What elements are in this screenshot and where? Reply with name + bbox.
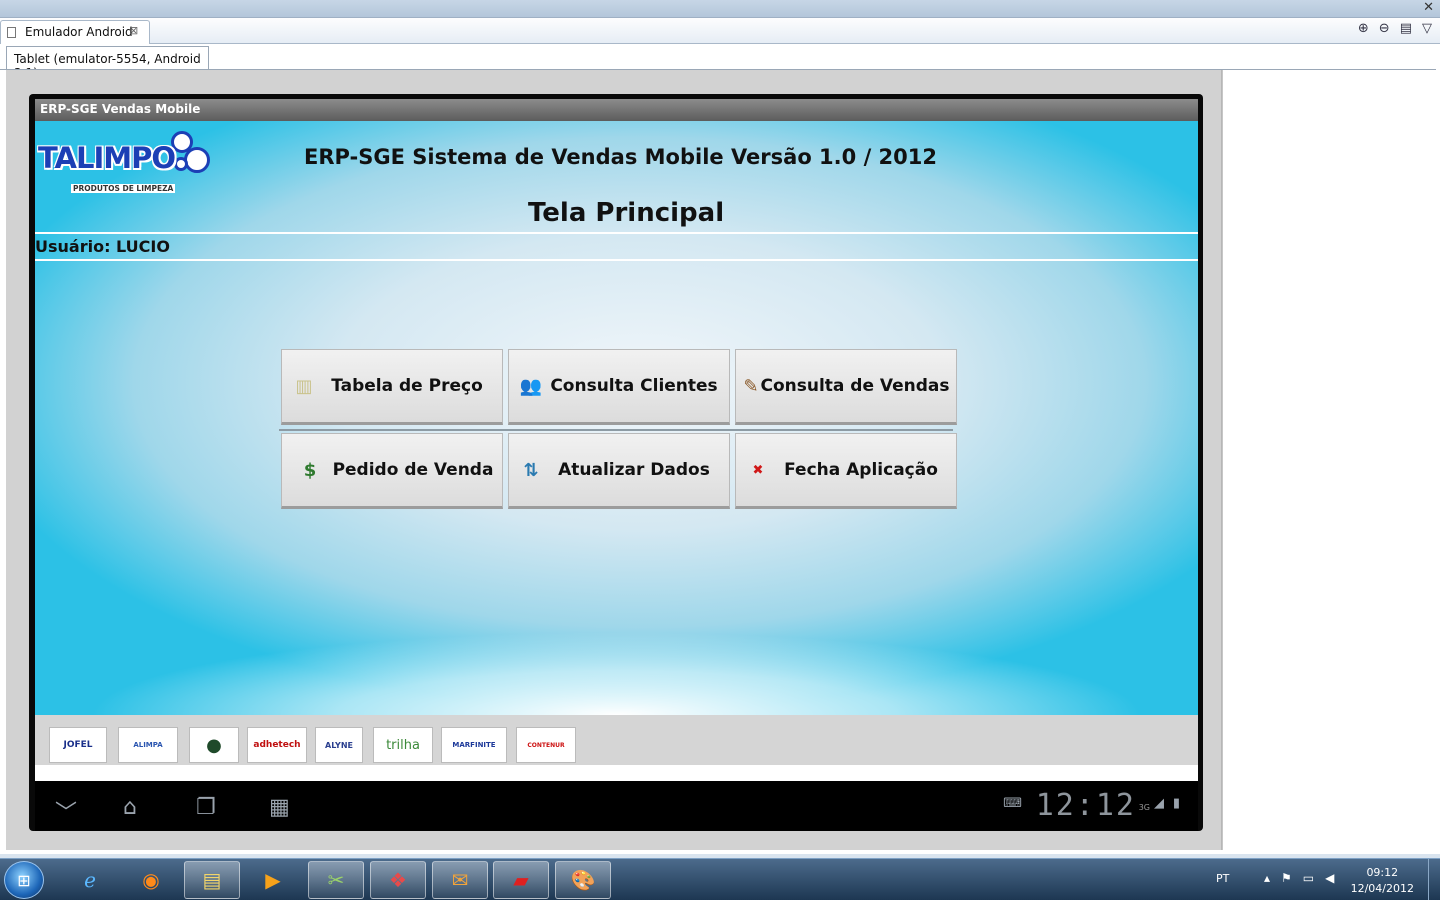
battery-icon: ▮ bbox=[1172, 796, 1180, 811]
explorer-icon[interactable]: ▤ bbox=[184, 861, 240, 899]
keyboard-icon[interactable]: ⌨ bbox=[1003, 796, 1022, 811]
tabela-preco-button[interactable]: ▥ Tabela de Preço bbox=[281, 349, 503, 425]
talimpo-logo: TALIMPO PRODUTOS DE LIMPEZA bbox=[38, 127, 218, 197]
windows-taskbar: ⊞ ℯ ◉ ▤ ▶ ✂ ❖ ✉ ▰ 🎨 PT ▴ ⚑ ▭ ◀ 09:12 12/… bbox=[0, 858, 1440, 900]
tray-icons: ▴ ⚑ ▭ ◀ bbox=[1264, 871, 1334, 885]
consulta-clientes-button[interactable]: 👥 Consulta Clientes bbox=[508, 349, 730, 425]
recent-apps-icon[interactable]: ❐ bbox=[196, 795, 216, 820]
system-tray: PT ▴ ⚑ ▭ ◀ 09:12 12/04/2012 bbox=[1210, 859, 1440, 900]
language-indicator[interactable]: PT bbox=[1216, 872, 1229, 885]
clients-icon: 👥 bbox=[519, 375, 543, 397]
tray-time: 09:12 bbox=[1366, 866, 1399, 879]
brand-logo-alyne: ALYNE bbox=[315, 727, 363, 763]
header-divider bbox=[35, 232, 1198, 234]
user-divider bbox=[35, 259, 1198, 261]
firefox-icon[interactable]: ◉ bbox=[123, 861, 179, 899]
tab-close-icon[interactable]: ⊠ bbox=[129, 24, 138, 37]
brand-logo-trilha: trilha bbox=[373, 727, 433, 763]
close-app-icon: ✖ bbox=[752, 462, 764, 478]
tab-device[interactable]: Tablet (emulator-5554, Android 3.1) bbox=[6, 46, 209, 80]
button-label: Atualizar Dados bbox=[558, 460, 710, 480]
screenshot-icon[interactable]: ▤ bbox=[1400, 21, 1412, 36]
sales-icon: ✎ bbox=[743, 375, 759, 397]
menu-row-divider bbox=[279, 429, 953, 431]
zoom-in-icon[interactable]: ⊕ bbox=[1358, 21, 1369, 36]
order-icon: $ bbox=[303, 459, 317, 481]
logo-bubble-icon bbox=[184, 147, 210, 173]
atualizar-dados-button[interactable]: ⇅ Atualizar Dados bbox=[508, 433, 730, 509]
home-icon[interactable]: ⌂ bbox=[123, 795, 137, 820]
brand-logo-adhetech: adhetech bbox=[247, 727, 307, 763]
view-toolbar: ⊕ ⊖ ▤ ▽ bbox=[1358, 21, 1432, 36]
show-hidden-icons-icon[interactable]: ▴ bbox=[1264, 871, 1270, 885]
brand-label: trilha bbox=[386, 737, 420, 753]
start-button[interactable]: ⊞ bbox=[4, 861, 44, 899]
tab-label: Emulador Android bbox=[25, 25, 133, 39]
background-glow bbox=[35, 605, 1198, 715]
document-icon bbox=[7, 27, 16, 38]
sync-icon: ⇅ bbox=[523, 459, 539, 481]
tray-clock[interactable]: 09:12 12/04/2012 bbox=[1351, 865, 1414, 897]
logo-text: TALIMPO bbox=[38, 141, 176, 175]
action-center-icon[interactable]: ⚑ bbox=[1281, 871, 1292, 885]
menu-grid-icon[interactable]: ▦ bbox=[269, 795, 290, 820]
ie-icon[interactable]: ℯ bbox=[62, 861, 118, 899]
logo-bubble-icon bbox=[174, 157, 188, 171]
tools-icon[interactable]: ✂ bbox=[308, 861, 364, 899]
media-player-icon[interactable]: ▶ bbox=[245, 861, 301, 899]
android-navbar: ﹀ ⌂ ❐ ▦ ⌨ 12:12 3G ◢ ▮ bbox=[35, 781, 1198, 831]
network-type: 3G bbox=[1138, 803, 1150, 812]
tray-date: 12/04/2012 bbox=[1350, 882, 1414, 895]
brand-label: MARFINITE bbox=[452, 741, 496, 749]
button-label: Consulta Clientes bbox=[550, 376, 718, 396]
side-panel bbox=[1222, 70, 1434, 850]
brand-logo-alimpa: ALIMPA bbox=[118, 727, 178, 763]
brand-label: ALYNE bbox=[325, 740, 353, 750]
network-icon[interactable]: ▭ bbox=[1303, 871, 1314, 885]
brand-label: ALIMPA bbox=[133, 741, 163, 749]
logo-subtitle: PRODUTOS DE LIMPEZA bbox=[71, 184, 176, 193]
window-title-strip: ✕ bbox=[0, 0, 1440, 18]
view-menu-icon[interactable]: ▽ bbox=[1422, 21, 1432, 36]
brand-logo-jofel: JOFEL bbox=[49, 727, 107, 763]
app-titlebar: ERP-SGE Vendas Mobile bbox=[35, 99, 1198, 121]
paint-icon[interactable]: 🎨 bbox=[555, 861, 611, 899]
show-desktop-button[interactable] bbox=[1428, 859, 1440, 900]
brand-label: CONTENUR bbox=[527, 741, 565, 749]
signal-icon: ◢ bbox=[1154, 796, 1164, 811]
brand-strip: JOFEL ALIMPA ● adhetech ALYNE trilha MAR… bbox=[35, 715, 1198, 765]
status-clock[interactable]: 12:12 bbox=[1036, 788, 1136, 823]
pedido-venda-button[interactable]: $ Pedido de Venda bbox=[281, 433, 503, 509]
brand-logo-badge: ● bbox=[189, 727, 239, 763]
back-icon[interactable]: ﹀ bbox=[55, 795, 77, 827]
fecha-aplicacao-button[interactable]: ✖ Fecha Aplicação bbox=[735, 433, 957, 509]
tab-emulador-android[interactable]: Emulador Android ⊠ bbox=[0, 20, 150, 44]
consulta-vendas-button[interactable]: ✎ Consulta de Vendas bbox=[735, 349, 957, 425]
screen-footer bbox=[35, 765, 1198, 781]
app-group-icon[interactable]: ❖ bbox=[370, 861, 426, 899]
user-label: Usuário: LUCIO bbox=[35, 237, 170, 256]
price-table-icon: ▥ bbox=[295, 375, 313, 397]
button-label: Pedido de Venda bbox=[332, 460, 494, 480]
brand-label: ● bbox=[206, 734, 222, 756]
toolbox-icon[interactable]: ▰ bbox=[493, 861, 549, 899]
screen-title: Tela Principal bbox=[528, 198, 725, 228]
volume-icon[interactable]: ◀ bbox=[1325, 871, 1334, 885]
button-label: Fecha Aplicação bbox=[784, 460, 938, 480]
app-screen: TALIMPO PRODUTOS DE LIMPEZA ERP-SGE Sist… bbox=[35, 121, 1198, 715]
brand-label: JOFEL bbox=[63, 740, 93, 750]
button-label: Tabela de Preço bbox=[331, 376, 483, 396]
zoom-out-icon[interactable]: ⊖ bbox=[1379, 21, 1390, 36]
brand-logo-contenur: CONTENUR bbox=[516, 727, 576, 763]
view-tabbar: Emulador Android ⊠ ⊕ ⊖ ▤ ▽ bbox=[0, 18, 1440, 44]
outlook-icon[interactable]: ✉ bbox=[432, 861, 488, 899]
window-close-icon[interactable]: ✕ bbox=[1423, 0, 1434, 15]
brand-logo-marfinite: MARFINITE bbox=[441, 727, 507, 763]
brand-label: adhetech bbox=[253, 740, 301, 750]
button-label: Consulta de Vendas bbox=[760, 376, 950, 396]
header-title: ERP-SGE Sistema de Vendas Mobile Versão … bbox=[304, 145, 937, 169]
